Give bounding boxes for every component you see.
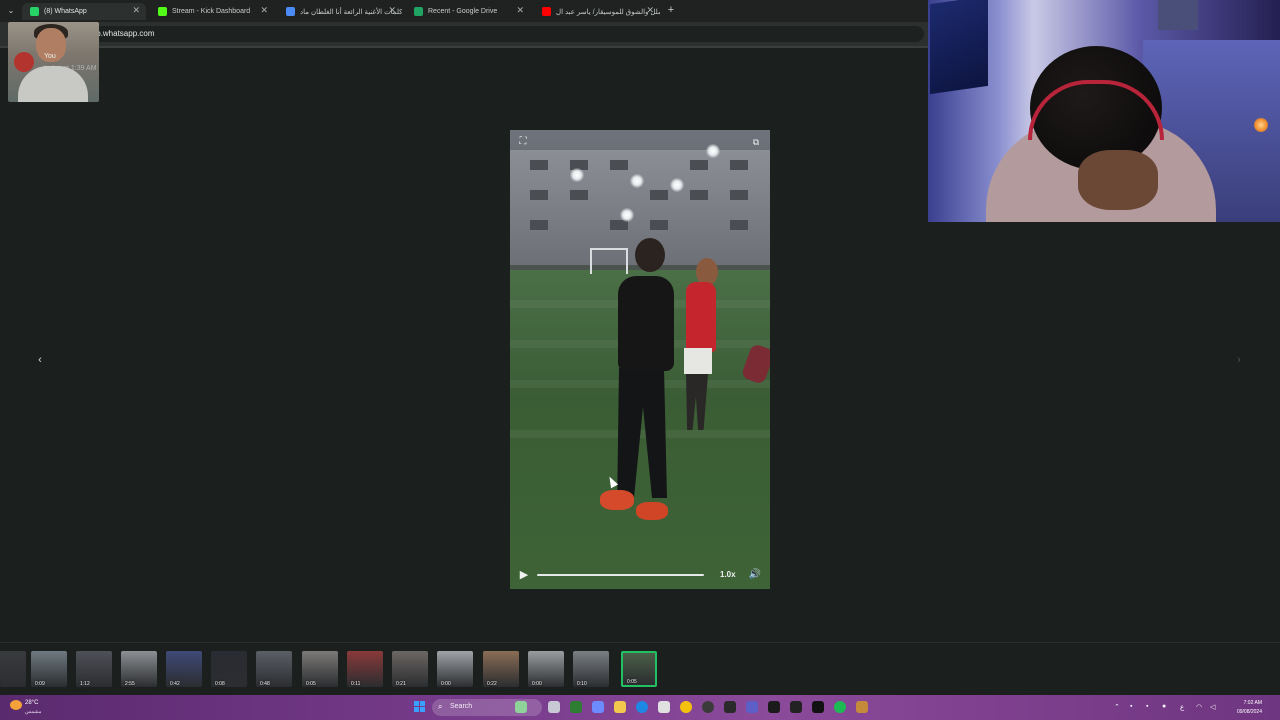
volume-icon[interactable]: 🔊	[747, 567, 763, 583]
thumbnail-duration: 0:00	[441, 681, 451, 687]
tab-title: كلمات الأغنية الرائعة أنا الغلطان ماد...	[300, 8, 402, 16]
thumbnail-duration: 0:21	[396, 681, 406, 687]
thumbnail-duration: 0:22	[487, 681, 497, 687]
divider	[0, 46, 928, 48]
tray-app-icon[interactable]: ▪	[1146, 703, 1148, 710]
tab-title: الملل والشوق للموسيقار/ ياسر عبد ال...	[556, 8, 660, 16]
terminal-icon[interactable]	[812, 701, 824, 713]
tab-title: Recent - Google Drive	[428, 8, 498, 15]
chrome-icon[interactable]	[680, 701, 692, 713]
youtube-icon	[542, 7, 551, 16]
video-player[interactable]	[510, 130, 770, 589]
close-icon[interactable]: ✕	[646, 5, 654, 16]
tab-youtube[interactable]: الملل والشوق للموسيقار/ ياسر عبد ال... ✕	[534, 3, 660, 20]
copilot-icon[interactable]	[592, 701, 604, 713]
thumbnail-duration: 0:48	[260, 681, 270, 687]
close-icon[interactable]: ✕	[516, 5, 524, 16]
media-thumbnail[interactable]: 0:00	[437, 651, 473, 687]
weather-desc[interactable]: مشمس	[25, 709, 41, 715]
media-thumbnail[interactable]: 0:00	[528, 651, 564, 687]
media-thumbnail[interactable]: 2:55	[121, 651, 157, 687]
play-button[interactable]: ▶	[516, 567, 532, 583]
tab-whatsapp[interactable]: (8) WhatsApp ✕	[22, 3, 146, 20]
new-tab-button[interactable]: +	[664, 3, 678, 17]
thumbnail-duration: 0:42	[170, 681, 180, 687]
media-thumbnail[interactable]: 1:12	[76, 651, 112, 687]
search-label: Search	[450, 703, 473, 710]
app-icon[interactable]	[724, 701, 736, 713]
kick-icon	[158, 7, 167, 16]
media-thumbnail[interactable]: 0:11	[347, 651, 383, 687]
thumbnail-duration: 0:08	[215, 681, 225, 687]
weather-icon[interactable]	[10, 700, 22, 710]
file-explorer-icon[interactable]	[614, 701, 626, 713]
spotify-icon[interactable]	[834, 701, 846, 713]
wifi-icon[interactable]: ◠	[1196, 703, 1202, 711]
chevron-up-icon[interactable]: ⌃	[1114, 703, 1120, 711]
close-icon[interactable]: ✕	[132, 5, 140, 16]
task-view-icon[interactable]	[548, 701, 560, 713]
thumbnail-duration: 2:55	[125, 681, 135, 687]
app-icon[interactable]	[790, 701, 802, 713]
media-thumbnail[interactable]: 0:42	[166, 651, 202, 687]
store-icon[interactable]	[658, 701, 670, 713]
fullscreen-icon[interactable]: ⛶	[516, 135, 530, 149]
search-icon: ⌕	[438, 702, 443, 711]
media-thumbnail[interactable]: 0:05	[621, 651, 657, 687]
tab-google-drive[interactable]: Recent - Google Drive ✕	[406, 3, 530, 20]
thumbnail-duration: 0:05	[306, 681, 316, 687]
edge-icon[interactable]	[636, 701, 648, 713]
close-icon[interactable]: ✕	[260, 5, 268, 16]
tab-title: Stream - Kick Dashboard	[172, 8, 251, 15]
media-thumbnail[interactable]: 56	[0, 651, 26, 687]
sender-name: You	[44, 53, 56, 60]
drive-icon	[414, 7, 423, 16]
tab-lyrics[interactable]: كلمات الأغنية الرائعة أنا الغلطان ماد...…	[278, 3, 402, 20]
clock-time[interactable]: 7:02 AM	[1228, 700, 1262, 706]
thumbnail-duration: 0:05	[627, 679, 637, 685]
capcut-icon[interactable]	[768, 701, 780, 713]
media-thumbnail[interactable]: 0:09	[31, 651, 67, 687]
microphone-icon[interactable]: ●	[1162, 703, 1166, 710]
media-thumbnail[interactable]: 0:08	[211, 651, 247, 687]
thumbnail-duration: 0:10	[577, 681, 587, 687]
volume-icon[interactable]: ◁	[1210, 703, 1215, 711]
obs-icon[interactable]	[702, 701, 714, 713]
media-thumbnail[interactable]: 0:48	[256, 651, 292, 687]
thumbnail-duration: 0:11	[351, 681, 361, 687]
tab-title: (8) WhatsApp	[44, 8, 87, 15]
close-icon[interactable]: ✕	[388, 5, 396, 16]
tab-search-button[interactable]: ⌄	[4, 4, 18, 18]
teams-icon[interactable]	[746, 701, 758, 713]
app-icon[interactable]	[856, 701, 868, 713]
next-media-button[interactable]: ›	[1231, 352, 1247, 368]
previous-media-button[interactable]: ‹	[32, 352, 48, 368]
picture-in-picture-icon[interactable]: ⧉	[749, 135, 763, 149]
thumbnail-duration: 1:12	[80, 681, 90, 687]
language-icon[interactable]: ع	[1180, 703, 1184, 711]
thumbnail-duration: 0:00	[532, 681, 542, 687]
clock-date[interactable]: 09/08/2024	[1228, 709, 1262, 715]
tray-app-icon[interactable]: ▪	[1130, 703, 1132, 710]
omnibox[interactable]	[64, 26, 924, 42]
weather-temp[interactable]: 28°C	[25, 700, 38, 706]
media-thumbnail[interactable]: 0:05	[302, 651, 338, 687]
windows-start-icon[interactable]	[414, 701, 426, 713]
streamer-webcam	[928, 0, 1280, 222]
avatar[interactable]	[14, 52, 34, 72]
playback-speed-button[interactable]: 1.0x	[720, 570, 736, 579]
translate-icon	[286, 7, 295, 16]
media-thumbnail[interactable]: 0:21	[392, 651, 428, 687]
excel-icon[interactable]	[570, 701, 582, 713]
progress-bar[interactable]	[537, 574, 704, 576]
divider	[0, 642, 1280, 643]
media-thumbnail[interactable]: 0:10	[573, 651, 609, 687]
tab-kick-dashboard[interactable]: Stream - Kick Dashboard ✕	[150, 3, 274, 20]
media-thumbnail[interactable]: 0:22	[483, 651, 519, 687]
thumbnail-duration: 0:09	[35, 681, 45, 687]
sent-time: today at 1:39 AM	[44, 65, 97, 72]
widget-icon[interactable]	[515, 701, 527, 713]
whatsapp-icon	[30, 7, 39, 16]
